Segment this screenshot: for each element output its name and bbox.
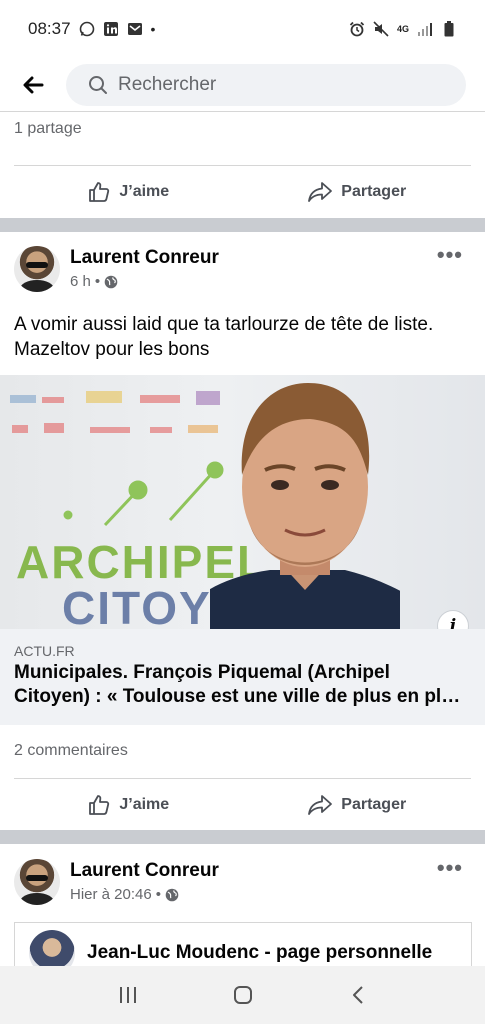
back-arrow-icon bbox=[23, 76, 44, 93]
globe-icon bbox=[165, 888, 179, 901]
back-button[interactable] bbox=[0, 58, 66, 112]
notification-dot-icon: • bbox=[150, 21, 156, 37]
share-count[interactable]: 1 partage bbox=[14, 120, 82, 138]
link-preview-meta[interactable]: ACTU.FR Municipales. François Piquemal (… bbox=[0, 629, 485, 725]
action-bar: J’aime Partager bbox=[14, 778, 471, 830]
post-time-row: Hier à 20:46 • bbox=[70, 886, 219, 903]
post-header: Laurent Conreur 6 h • bbox=[14, 246, 219, 292]
more-options-icon[interactable]: ••• bbox=[437, 242, 463, 268]
network-type: 4G bbox=[396, 24, 409, 34]
back-nav-button[interactable] bbox=[338, 975, 378, 1015]
globe-icon bbox=[104, 275, 118, 288]
person-photo bbox=[210, 383, 400, 629]
mail-icon bbox=[127, 21, 143, 37]
avatar[interactable] bbox=[14, 246, 60, 292]
share-arrow-icon bbox=[308, 181, 333, 202]
author-name[interactable]: Laurent Conreur bbox=[70, 859, 219, 883]
system-nav-bar bbox=[0, 966, 485, 1024]
linkedin-icon bbox=[103, 21, 119, 37]
avatar[interactable] bbox=[14, 859, 60, 905]
share-label: Partager bbox=[341, 182, 407, 200]
link-preview-image[interactable]: ARCHIPEL CITOYEN bbox=[0, 375, 485, 629]
post-time[interactable]: Hier à 20:46 bbox=[70, 886, 152, 903]
search-input[interactable]: Rechercher bbox=[66, 63, 466, 106]
signal-icon bbox=[417, 21, 433, 37]
share-arrow-icon bbox=[308, 794, 333, 815]
whatsapp-icon bbox=[79, 21, 95, 37]
like-button[interactable]: J’aime bbox=[14, 793, 243, 817]
link-title: Municipales. François Piquemal (Archipel… bbox=[14, 662, 461, 707]
recent-apps-button[interactable] bbox=[108, 975, 148, 1015]
comment-count[interactable]: 2 commentaires bbox=[14, 742, 128, 760]
post-separator bbox=[0, 218, 485, 232]
search-icon bbox=[89, 75, 107, 94]
post-separator bbox=[0, 830, 485, 844]
like-label: J’aime bbox=[119, 795, 170, 813]
like-label: J’aime bbox=[119, 182, 170, 200]
search-header: Rechercher bbox=[0, 58, 485, 112]
battery-icon bbox=[441, 21, 457, 37]
status-bar: 08:37 • 4G bbox=[0, 0, 485, 58]
alarm-icon bbox=[349, 21, 365, 37]
thumbs-up-icon bbox=[89, 794, 110, 815]
action-bar: J’aime Partager bbox=[14, 165, 471, 217]
thumbs-up-icon bbox=[89, 181, 110, 202]
author-name[interactable]: Laurent Conreur bbox=[70, 246, 219, 270]
shared-page-title[interactable]: Jean-Luc Moudenc - page personnelle bbox=[87, 942, 432, 964]
recent-apps-icon bbox=[119, 987, 136, 1003]
status-time: 08:37 bbox=[28, 19, 71, 38]
mute-icon bbox=[373, 21, 389, 37]
post-header: Laurent Conreur Hier à 20:46 • bbox=[14, 859, 219, 905]
post-time[interactable]: 6 h bbox=[70, 273, 91, 290]
chevron-left-icon bbox=[352, 986, 363, 1004]
link-domain: ACTU.FR bbox=[14, 643, 75, 659]
share-button[interactable]: Partager bbox=[243, 794, 472, 816]
post-time-row: 6 h • bbox=[70, 273, 219, 290]
search-placeholder: Rechercher bbox=[118, 73, 217, 95]
post-text: A vomir aussi laid que ta tarlourze de t… bbox=[14, 314, 434, 360]
share-label: Partager bbox=[341, 795, 407, 813]
more-options-icon[interactable]: ••• bbox=[437, 855, 463, 881]
share-button[interactable]: Partager bbox=[243, 181, 472, 203]
home-button[interactable] bbox=[223, 975, 263, 1015]
home-icon bbox=[233, 986, 252, 1004]
like-button[interactable]: J’aime bbox=[14, 180, 243, 204]
